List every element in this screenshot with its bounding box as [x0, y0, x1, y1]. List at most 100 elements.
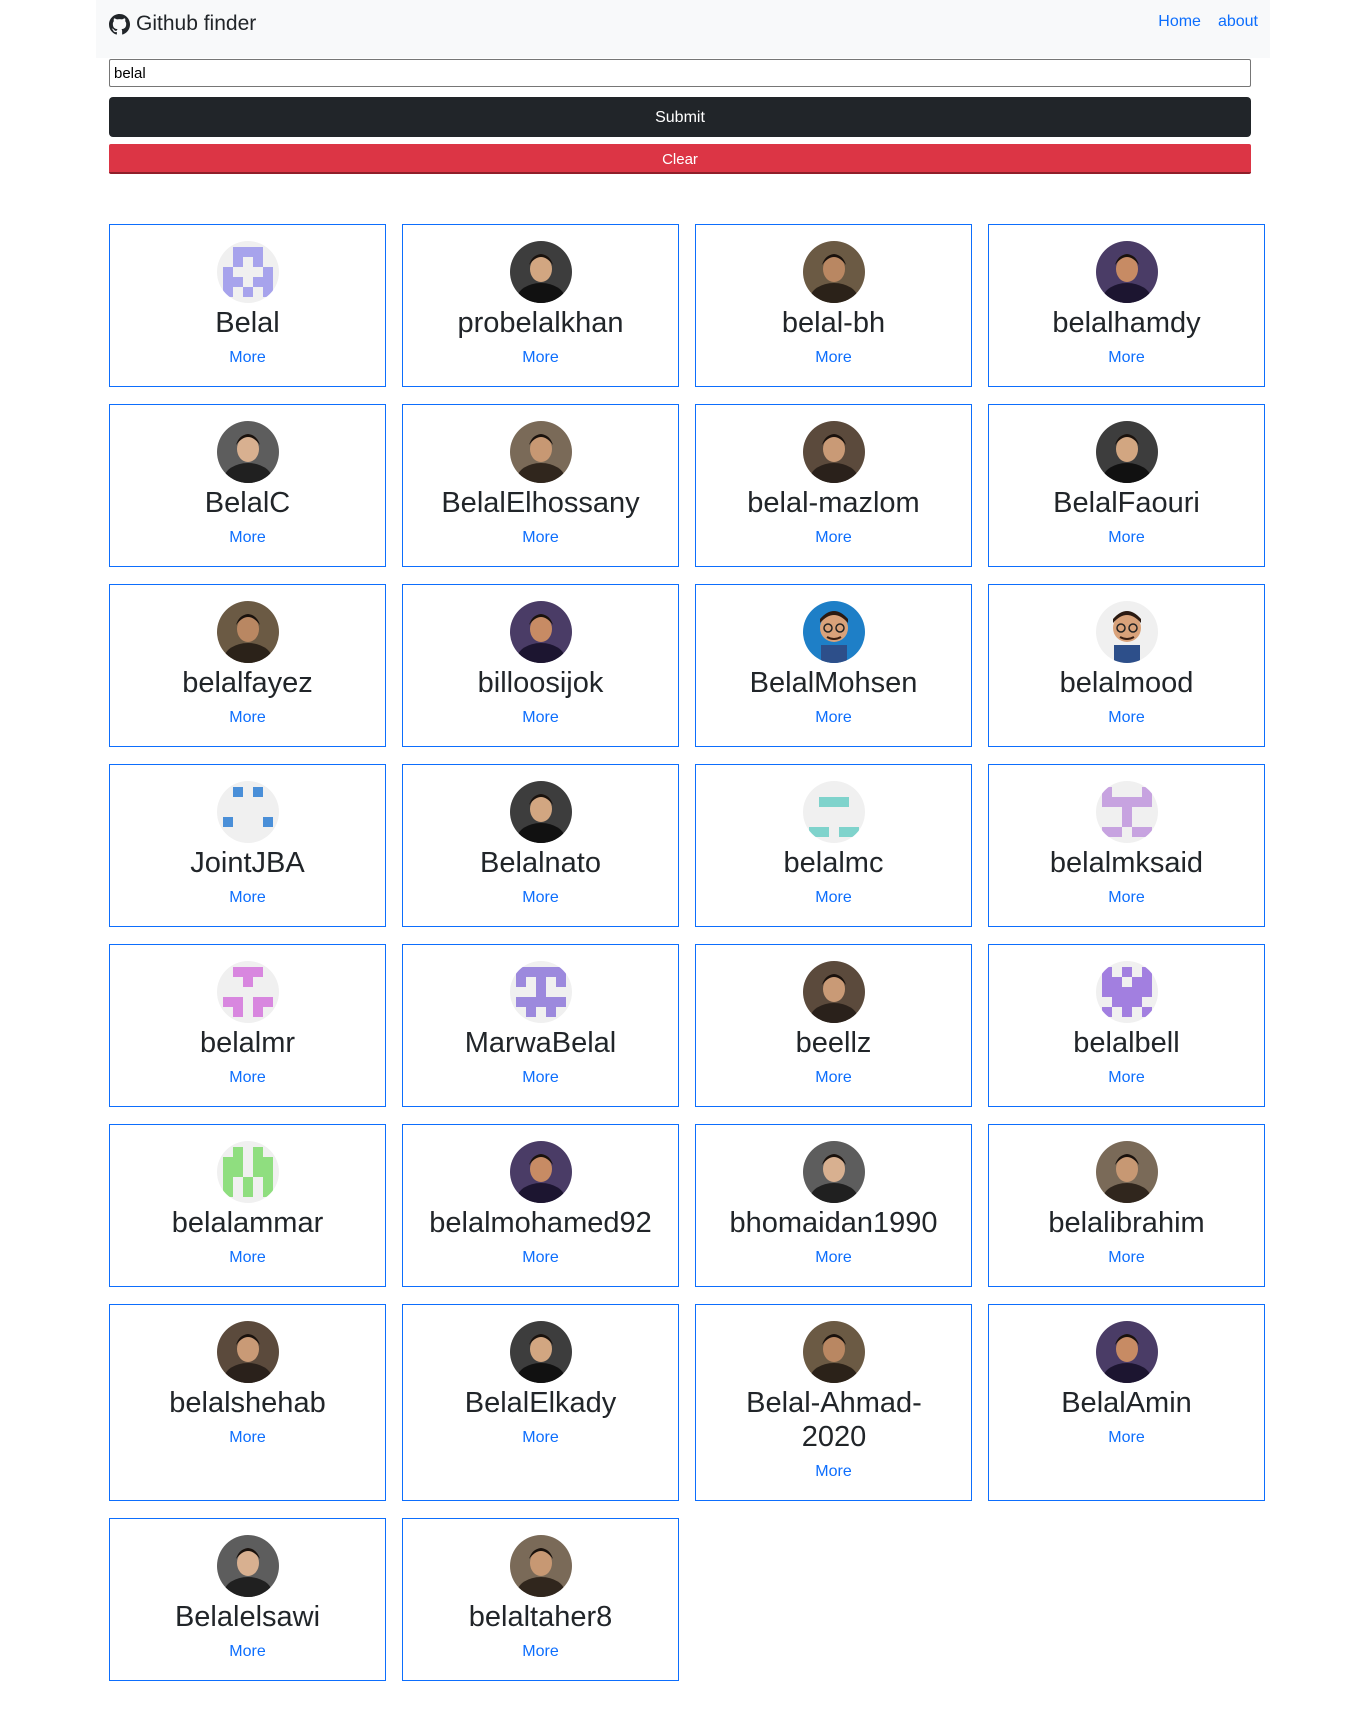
user-card: belalfayez More	[109, 584, 386, 747]
user-card: Belalnato More	[402, 764, 679, 927]
more-link[interactable]: More	[989, 709, 1264, 727]
user-card: belalmr More	[109, 944, 386, 1107]
avatar	[803, 961, 865, 1023]
avatar	[803, 1141, 865, 1203]
more-link[interactable]: More	[110, 1069, 385, 1087]
more-link[interactable]: More	[110, 1643, 385, 1661]
nav-links: Home about	[1158, 13, 1258, 31]
avatar	[217, 421, 279, 483]
user-card: JointJBA More	[109, 764, 386, 927]
user-card: belalammar More	[109, 1124, 386, 1287]
more-link[interactable]: More	[696, 1463, 971, 1481]
more-link[interactable]: More	[403, 1249, 678, 1267]
more-link[interactable]: More	[696, 349, 971, 367]
more-link[interactable]: More	[403, 1643, 678, 1661]
more-link[interactable]: More	[110, 889, 385, 907]
avatar	[803, 1321, 865, 1383]
more-link[interactable]: More	[696, 1069, 971, 1087]
user-card: BelalC More	[109, 404, 386, 567]
avatar	[217, 1321, 279, 1383]
more-link[interactable]: More	[110, 1429, 385, 1447]
username: belalammar	[171, 1207, 324, 1239]
more-link[interactable]: More	[403, 709, 678, 727]
avatar	[217, 961, 279, 1023]
more-link[interactable]: More	[989, 529, 1264, 547]
username: belaltaher8	[468, 1601, 613, 1633]
more-link[interactable]: More	[110, 1249, 385, 1267]
more-link[interactable]: More	[403, 349, 678, 367]
avatar	[510, 241, 572, 303]
navbar: Github finder Home about	[96, 0, 1270, 58]
nav-link-about[interactable]: about	[1218, 13, 1258, 31]
brand[interactable]: Github finder	[109, 12, 256, 36]
username: belalshehab	[169, 1387, 326, 1419]
username: JointJBA	[190, 847, 305, 879]
user-card: belalmksaid More	[988, 764, 1265, 927]
user-card: probelalkhan More	[402, 224, 679, 387]
username: bhomaidan1990	[729, 1207, 938, 1239]
user-card: BelalElhossany More	[402, 404, 679, 567]
avatar	[1096, 961, 1158, 1023]
username: BelalAmin	[1061, 1387, 1192, 1419]
avatar	[217, 781, 279, 843]
user-card: beellz More	[695, 944, 972, 1107]
more-link[interactable]: More	[110, 349, 385, 367]
github-icon	[109, 13, 130, 35]
username: Belal-Ahmad-2020	[746, 1387, 922, 1453]
avatar	[510, 1141, 572, 1203]
user-card: BelalAmin More	[988, 1304, 1265, 1501]
username: belalmr	[199, 1027, 296, 1059]
more-link[interactable]: More	[696, 709, 971, 727]
avatar	[803, 601, 865, 663]
user-card: belalhamdy More	[988, 224, 1265, 387]
username: belalbell	[1073, 1027, 1180, 1059]
avatar	[1096, 1141, 1158, 1203]
user-card: belal-mazlom More	[695, 404, 972, 567]
username: belalhamdy	[1052, 307, 1201, 339]
submit-button[interactable]: Submit	[109, 97, 1251, 137]
user-card: belalshehab More	[109, 1304, 386, 1501]
user-card: Belalelsawi More	[109, 1518, 386, 1681]
more-link[interactable]: More	[696, 889, 971, 907]
avatar	[1096, 241, 1158, 303]
username: BelalC	[204, 487, 291, 519]
more-link[interactable]: More	[989, 1069, 1264, 1087]
search-input[interactable]	[109, 59, 1251, 87]
more-link[interactable]: More	[110, 529, 385, 547]
more-link[interactable]: More	[696, 529, 971, 547]
avatar	[510, 961, 572, 1023]
more-link[interactable]: More	[989, 1249, 1264, 1267]
avatar	[510, 421, 572, 483]
username: belalmc	[783, 847, 884, 879]
avatar	[217, 1141, 279, 1203]
more-link[interactable]: More	[989, 349, 1264, 367]
avatar	[510, 601, 572, 663]
avatar	[510, 1535, 572, 1597]
more-link[interactable]: More	[989, 1429, 1264, 1447]
avatar	[1096, 421, 1158, 483]
user-card: belalmood More	[988, 584, 1265, 747]
clear-button[interactable]: Clear	[109, 144, 1251, 174]
more-link[interactable]: More	[696, 1249, 971, 1267]
more-link[interactable]: More	[989, 889, 1264, 907]
username: BelalElkady	[464, 1387, 617, 1419]
username: BelalMohsen	[749, 667, 918, 699]
user-card: BelalElkady More	[402, 1304, 679, 1501]
user-card: Belal More	[109, 224, 386, 387]
user-card: belalibrahim More	[988, 1124, 1265, 1287]
username: belalmood	[1059, 667, 1194, 699]
avatar	[803, 781, 865, 843]
more-link[interactable]: More	[110, 709, 385, 727]
username: belal-mazlom	[747, 487, 920, 519]
user-card: Belal-Ahmad-2020 More	[695, 1304, 972, 1501]
user-card: BelalMohsen More	[695, 584, 972, 747]
more-link[interactable]: More	[403, 1429, 678, 1447]
more-link[interactable]: More	[403, 889, 678, 907]
username: probelalkhan	[457, 307, 624, 339]
more-link[interactable]: More	[403, 1069, 678, 1087]
more-link[interactable]: More	[403, 529, 678, 547]
username: belalmohamed92	[429, 1207, 652, 1239]
username: MarwaBelal	[464, 1027, 617, 1059]
nav-link-home[interactable]: Home	[1158, 13, 1201, 31]
avatar	[803, 421, 865, 483]
